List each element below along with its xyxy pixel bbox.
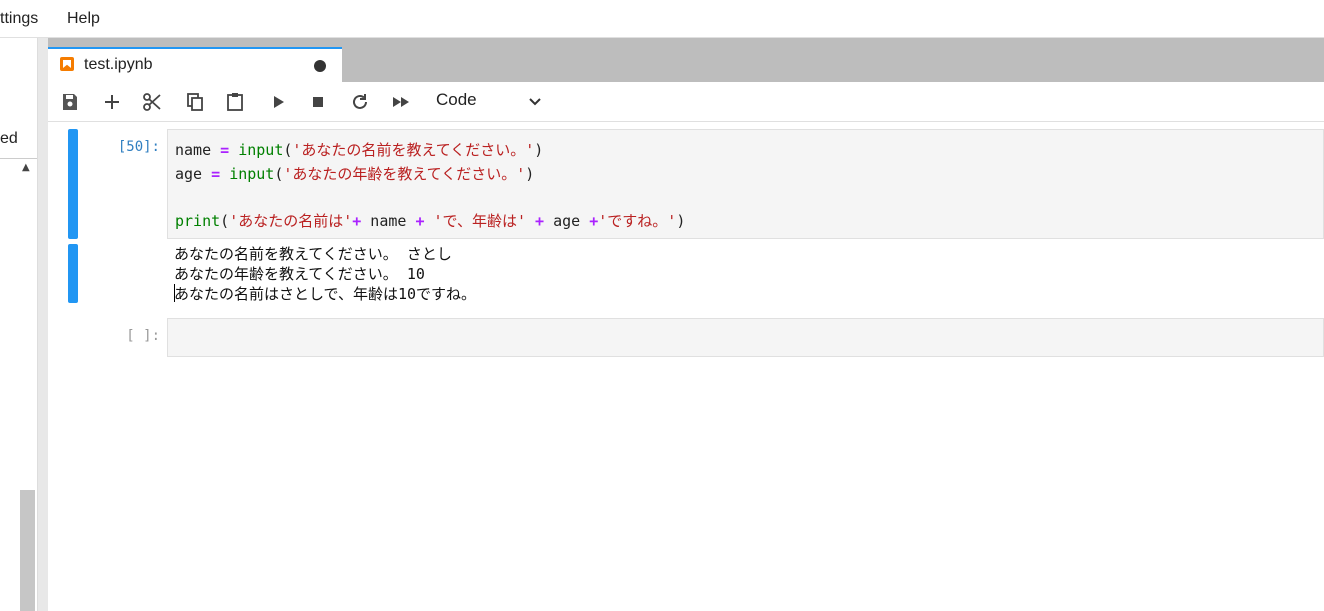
code-token: 'で、年齢は': [433, 211, 526, 230]
code-line: age = input('あなたの年齢を教えてください。'): [175, 163, 534, 184]
code-token: name: [361, 211, 416, 230]
sidebar-scrollbar-thumb[interactable]: [20, 490, 35, 611]
output-line: あなたの名前はさとしで、年齢は10ですね。: [174, 285, 477, 303]
menu-bar: ttings Help: [0, 0, 1324, 38]
plus-icon[interactable]: [101, 91, 123, 113]
file-browser-sidebar: ed ▲: [0, 38, 38, 611]
cell-prompt: [50]:: [117, 139, 160, 155]
code-token: 'あなたの名前は': [229, 211, 353, 230]
text-caret: [174, 284, 175, 302]
code-token: input: [229, 164, 275, 183]
code-token: input: [238, 141, 284, 159]
code-editor[interactable]: name = input('あなたの名前を教えてください。') age = inp…: [167, 129, 1324, 239]
output-selection-bar[interactable]: [68, 244, 78, 303]
tab-label: test.ipynb: [84, 56, 153, 73]
code-token: ): [534, 141, 544, 159]
restart-icon[interactable]: [349, 91, 371, 113]
cut-icon[interactable]: [141, 91, 163, 113]
code-token: ): [676, 211, 686, 230]
cell-selection-bar[interactable]: [68, 129, 78, 239]
menu-help[interactable]: Help: [67, 10, 100, 28]
tab-test-ipynb[interactable]: test.ipynb: [48, 47, 342, 82]
code-line: print('あなたの名前は'+ name + 'で、年齢は' + age +'…: [175, 210, 685, 231]
tab-bar: test.ipynb: [48, 38, 1324, 82]
stop-icon[interactable]: [307, 91, 329, 113]
code-token: print: [175, 211, 221, 230]
code-token: =: [211, 164, 221, 183]
chevron-down-icon[interactable]: [528, 94, 542, 108]
code-token: 'あなたの名前を教えてください。': [292, 141, 535, 159]
code-token: +: [535, 211, 545, 230]
run-icon[interactable]: [267, 91, 289, 113]
code-token: (: [220, 211, 230, 230]
menu-settings[interactable]: ttings: [0, 10, 38, 28]
notebook-panel: [50]: name = input('あなたの名前を教えてください。') age…: [48, 122, 1324, 611]
code-token: 'ですね。': [598, 211, 677, 230]
notebook-toolbar: Code: [48, 82, 1324, 122]
code-line: name = input('あなたの名前を教えてください。'): [175, 139, 543, 160]
code-token: +: [352, 211, 362, 230]
code-token: name: [175, 141, 221, 159]
copy-icon[interactable]: [184, 91, 206, 113]
panel-splitter[interactable]: [38, 38, 48, 611]
empty-code-editor[interactable]: [167, 318, 1324, 357]
fast-forward-icon[interactable]: [390, 91, 412, 113]
code-token: =: [220, 141, 230, 159]
code-token: +: [415, 211, 425, 230]
paste-icon[interactable]: [224, 91, 246, 113]
cell-prompt-empty: [ ]:: [126, 328, 160, 344]
sidebar-divider: [0, 158, 37, 159]
code-token: ): [525, 164, 535, 183]
code-token: age: [175, 164, 212, 183]
code-token: +: [589, 211, 599, 230]
code-token: age: [544, 211, 590, 230]
code-token: 'あなたの年齢を教えてください。': [283, 164, 526, 183]
output-line: あなたの名前を教えてください。 さとし: [174, 245, 452, 263]
sidebar-column-header[interactable]: ed: [0, 130, 18, 148]
unsaved-dot-icon[interactable]: [314, 60, 326, 72]
scroll-up-arrow-icon[interactable]: ▲: [22, 162, 30, 173]
save-icon[interactable]: [59, 91, 81, 113]
output-line: あなたの年齢を教えてください。 10: [174, 265, 425, 283]
notebook-icon: [60, 57, 74, 71]
